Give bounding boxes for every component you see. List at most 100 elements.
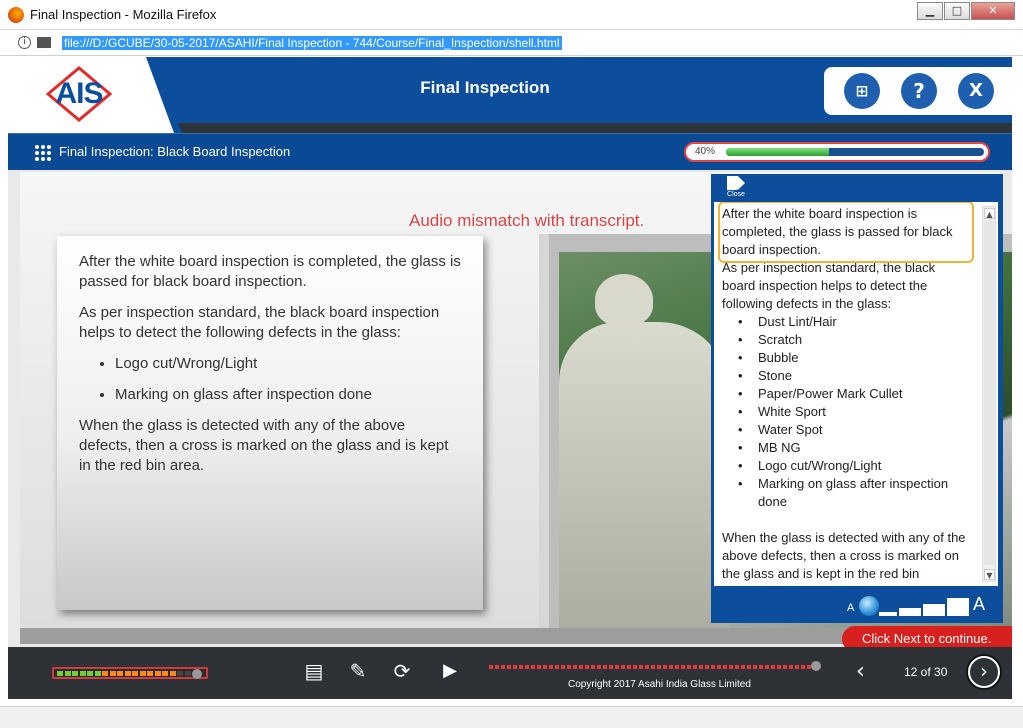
header-button-panel: ⊞ ? X [824,67,1012,115]
volume-segment [94,671,101,676]
play-icon[interactable]: ▶ [437,658,463,684]
defect-item: Water Spot [738,421,970,439]
volume-segment [87,671,93,676]
course-title: Final Inspection [420,78,550,97]
defect-item: Stone [738,367,970,385]
logo-area: AIS [8,57,174,133]
browser-status-bar [0,706,1023,728]
volume-segment [72,671,78,676]
topic-bar: Final Inspection: Black Board Inspection… [8,133,1012,170]
copyright-text: Copyright 2017 Asahi India Glass Limited [568,679,751,690]
volume-segment [139,671,146,676]
volume-segment [169,671,176,676]
font-size-step[interactable] [899,608,921,616]
progress-fill [726,148,830,156]
window-titlebar: Final Inspection - Mozilla Firefox ▁ □ ✕ [0,0,1023,30]
progress-track [726,148,984,156]
content-card: After the white board inspection is comp… [57,236,483,610]
content-para-2: As per inspection standard, the black bo… [79,304,440,341]
volume-segment [132,671,138,676]
seek-knob[interactable] [811,661,821,671]
volume-segment [184,671,191,676]
content-bullets: Logo cut/Wrong/Light Marking on glass af… [115,354,461,405]
scroll-thumb[interactable] [984,221,995,565]
next-button[interactable]: › [968,656,1000,688]
transcript-intro: As per inspection standard, the black bo… [722,260,936,311]
volume-segment [147,671,153,676]
volume-segment [117,671,123,676]
volume-segment [57,671,63,676]
seek-track[interactable] [489,665,817,669]
panel-close-icon [727,176,745,190]
font-small-label: A [847,602,855,614]
font-size-control: A A [711,588,1003,622]
content-bullet: Logo cut/Wrong/Light [115,354,461,374]
progress-label: 40% [695,146,716,157]
url-bar: i file:///D:/GCUBE/30-05-2017/ASAHI/Fina… [0,30,1023,56]
page-icon [37,37,51,48]
volume-segment [124,671,131,676]
transcript-defect-list: Dust Lint/Hair Scratch Bubble Stone Pape… [738,313,970,511]
content-para-1: After the white board inspection is comp… [79,253,461,290]
worker-cap [595,274,653,326]
player-controls: ▤ ✎ ⟳ ▶ Copyright 2017 Asahi India Glass… [8,647,1012,699]
volume-segment [177,671,183,676]
firefox-icon [8,7,24,23]
url-field[interactable]: file:///D:/GCUBE/30-05-2017/ASAHI/Final … [62,36,562,50]
defect-item: Logo cut/Wrong/Light [738,457,970,475]
defect-item: Marking on glass after inspection done [738,475,970,511]
content-bullet: Marking on glass after inspection done [115,385,461,405]
topic-title: Final Inspection: Black Board Inspection [59,144,291,159]
defect-item: MB NG [738,439,970,457]
replay-icon[interactable]: ⟳ [389,658,415,684]
previous-button[interactable]: ‹ [856,659,865,684]
defect-item: Scratch [738,331,970,349]
content-para-3: When the glass is detected with any of t… [79,417,449,474]
font-size-step[interactable] [879,612,897,616]
minimize-button[interactable]: ▁ [917,2,943,20]
exit-button[interactable]: X [958,73,994,109]
volume-segment [109,671,116,676]
defect-item: Bubble [738,349,970,367]
seek-bar[interactable] [489,661,821,671]
grid-menu-icon[interactable] [34,144,52,162]
maximize-button[interactable]: □ [944,2,970,20]
volume-segment [102,671,108,676]
volume-segment [154,671,161,676]
info-icon[interactable]: i [18,36,31,49]
transcript-content: After the white board inspection is comp… [718,202,974,583]
volume-slider[interactable] [52,667,208,679]
font-large-label: A [973,594,986,614]
font-size-step[interactable] [923,604,945,616]
window-title: Final Inspection - Mozilla Firefox [30,7,217,22]
review-annotation: Audio mismatch with transcript. [409,211,645,230]
transcript-scrollbar[interactable]: ▲ ▼ [982,206,996,582]
font-size-slider-knob[interactable] [859,596,879,616]
defect-item: White Sport [738,403,970,421]
defect-item: Dust Lint/Hair [738,313,970,331]
transcript-panel: Close After the white board inspection i… [711,174,1003,623]
course-player: AIS Final Inspection ⊞ ? X Final Inspect… [8,57,1012,699]
close-window-button[interactable]: ✕ [971,2,1015,20]
page-counter: 12 of 30 [904,665,948,679]
help-button[interactable]: ? [901,73,937,109]
logo-text: AIS [55,77,103,110]
volume-segment [64,671,71,676]
ais-logo: AIS [26,64,132,124]
app-header: AIS Final Inspection ⊞ ? X [8,57,1012,133]
notes-icon[interactable]: ✎ [345,658,371,684]
volume-knob[interactable] [192,669,202,679]
volume-segment [79,671,86,676]
transcript-icon[interactable]: ▤ [301,658,327,684]
sitemap-button[interactable]: ⊞ [844,73,880,109]
worker-figure [559,322,729,628]
font-size-step[interactable] [947,598,969,616]
transcript-text-box[interactable]: After the white board inspection is comp… [714,202,998,586]
volume-segment [162,671,168,676]
transcript-highlighted-line: After the white board inspection is comp… [718,202,974,263]
scroll-up-icon[interactable]: ▲ [984,208,995,219]
defect-item: Paper/Power Mark Cullet [738,385,970,403]
scroll-down-icon[interactable]: ▼ [984,569,995,580]
transcript-close-button[interactable]: Close [727,176,745,198]
transcript-outro: When the glass is detected with any of t… [722,530,966,581]
